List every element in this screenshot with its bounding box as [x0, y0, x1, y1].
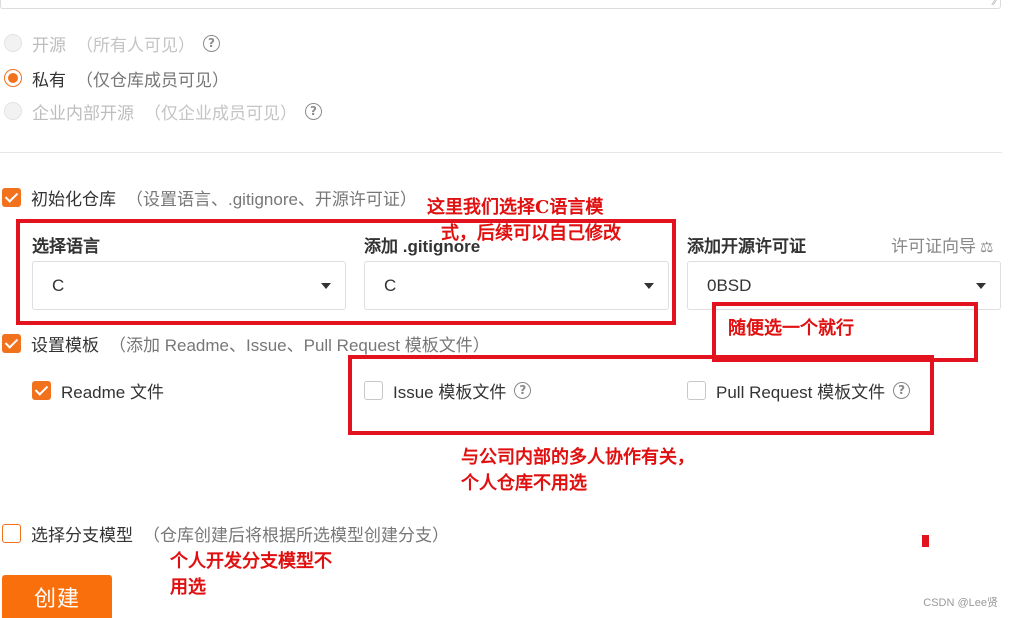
- radio-enterprise-label: 企业内部开源: [32, 103, 134, 123]
- question-circle-icon[interactable]: ?: [203, 34, 220, 52]
- init-repo-checkbox[interactable]: 初始化仓库 （设置语言、.gitignore、开源许可证）: [2, 185, 417, 209]
- radio-private[interactable]: 私有 （仅仓库成员可见）: [4, 66, 229, 90]
- init-repo-check-icon[interactable]: [2, 187, 21, 207]
- readme-checkbox[interactable]: Readme 文件: [32, 378, 164, 402]
- radio-private-label: 私有: [32, 70, 66, 90]
- annotation-note-license: 随便选一个就行: [728, 318, 854, 339]
- annotation-note-template-1: 与公司内部的多人协作有关，: [461, 447, 695, 468]
- radio-enterprise-circle[interactable]: [4, 102, 22, 120]
- description-textarea[interactable]: ⁄⁄: [0, 0, 1001, 9]
- annotation-note-language-2: 式，后续可以自己修改: [441, 223, 621, 244]
- radio-public-circle[interactable]: [4, 34, 22, 52]
- readme-check-icon[interactable]: [32, 380, 51, 400]
- branch-model-checkbox[interactable]: 选择分支模型 （仓库创建后将根据所选模型创建分支）: [2, 521, 449, 545]
- radio-enterprise[interactable]: 企业内部开源 （仅企业成员可见） ?: [4, 99, 322, 123]
- annotation-box-template: [348, 355, 934, 435]
- scale-icon: ⚖: [980, 238, 994, 256]
- annotation-note-language-1: 这里我们选择C语言模: [427, 197, 604, 218]
- template-label: 设置模板: [31, 335, 99, 355]
- init-repo-label: 初始化仓库: [31, 189, 116, 209]
- caret-down-icon: [976, 283, 986, 289]
- init-repo-hint: （设置语言、.gitignore、开源许可证）: [126, 189, 417, 209]
- radio-public-label: 开源: [32, 35, 66, 55]
- annotation-note-branch-2: 用选: [170, 577, 206, 598]
- annotation-mark: [922, 535, 929, 547]
- create-button[interactable]: 创建: [2, 575, 112, 618]
- radio-public[interactable]: 开源 （所有人可见） ?: [4, 31, 220, 55]
- question-circle-icon[interactable]: ?: [305, 102, 322, 120]
- license-guide-label: 许可证向导: [891, 237, 976, 256]
- template-checkbox[interactable]: 设置模板 （添加 Readme、Issue、Pull Request 模板文件）: [2, 331, 490, 355]
- radio-enterprise-hint: （仅企业成员可见）: [144, 103, 297, 123]
- license-value: 0BSD: [707, 275, 752, 295]
- resize-handle-icon[interactable]: ⁄⁄: [993, 0, 996, 8]
- branch-model-hint: （仓库创建后将根据所选模型创建分支）: [143, 525, 449, 545]
- annotation-note-branch-1: 个人开发分支模型不: [170, 551, 332, 572]
- radio-public-hint: （所有人可见）: [76, 35, 195, 55]
- license-label: 添加开源许可证: [687, 237, 806, 256]
- template-hint: （添加 Readme、Issue、Pull Request 模板文件）: [109, 335, 490, 355]
- section-divider: [0, 152, 1002, 153]
- license-guide-link[interactable]: 许可证向导 ⚖: [891, 232, 993, 257]
- radio-private-hint: （仅仓库成员可见）: [76, 70, 229, 90]
- template-check-icon[interactable]: [2, 333, 21, 353]
- readme-label: Readme 文件: [61, 382, 164, 402]
- annotation-note-template-2: 个人仓库不用选: [461, 473, 587, 494]
- branch-model-check-icon[interactable]: [2, 523, 21, 543]
- radio-private-circle[interactable]: [4, 69, 22, 87]
- watermark: CSDN @Lee贤: [923, 597, 998, 609]
- branch-model-label: 选择分支模型: [31, 525, 133, 545]
